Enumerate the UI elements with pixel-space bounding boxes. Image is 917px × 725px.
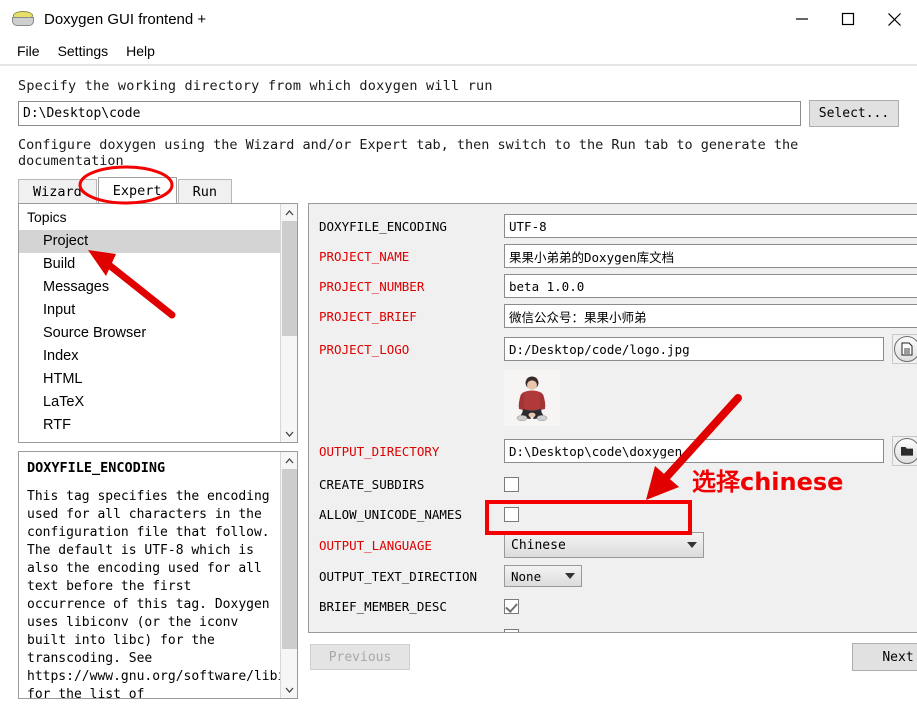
setting-label: CREATE_SUBDIRS	[319, 476, 425, 492]
project-logo-thumbnail	[504, 370, 560, 426]
menu-item-file[interactable]: File	[8, 40, 49, 62]
doxyfile-encoding-input[interactable]	[504, 214, 917, 238]
setting-row-output-language: OUTPUT_LANGUAGE Chinese	[319, 532, 917, 558]
chevron-down-icon	[687, 542, 697, 548]
expert-pane: Topics Project Build Messages Input Sour…	[18, 203, 917, 699]
help-content: DOXYFILE_ENCODING This tag specifies the…	[19, 452, 280, 698]
brief-member-desc-checkbox[interactable]	[504, 598, 519, 614]
menu-bar: File Settings Help	[0, 38, 917, 64]
help-title: DOXYFILE_ENCODING	[27, 460, 166, 476]
project-number-input[interactable]	[504, 274, 917, 298]
main-content: Specify the working directory from which…	[0, 66, 917, 699]
window-title: Doxygen GUI frontend +	[44, 10, 207, 28]
maximize-icon[interactable]	[825, 0, 871, 38]
topics-scroll-track[interactable]	[281, 221, 298, 425]
workdir-row: Select...	[18, 100, 899, 127]
minimize-icon[interactable]	[779, 0, 825, 38]
folder-browse-icon[interactable]	[892, 436, 917, 466]
setting-label: OUTPUT_DIRECTORY	[319, 443, 440, 459]
project-logo-input[interactable]	[504, 337, 884, 361]
sidebar-item-rtf[interactable]: RTF	[19, 414, 280, 437]
sidebar-item-man[interactable]: Man	[19, 437, 280, 442]
configure-hint: Configure doxygen using the Wizard and/o…	[18, 137, 799, 169]
help-scroll-track[interactable]	[281, 469, 298, 681]
topics-panel: Topics Project Build Messages Input Sour…	[18, 203, 298, 443]
setting-label: BRIEF_MEMBER_DESC	[319, 598, 447, 614]
menu-item-settings[interactable]: Settings	[49, 40, 118, 62]
sidebar-item-source-browser[interactable]: Source Browser	[19, 322, 280, 345]
output-text-direction-value: None	[511, 568, 542, 584]
setting-row-repeat-brief: REPEAT_BRIEF	[319, 624, 917, 632]
select-directory-button[interactable]: Select...	[809, 100, 899, 127]
setting-label: ALLOW_UNICODE_NAMES	[319, 506, 462, 522]
topics-header: Topics	[19, 204, 280, 230]
setting-row-doxyfile-encoding: DOXYFILE_ENCODING	[319, 214, 917, 238]
setting-label: OUTPUT_TEXT_DIRECTION	[319, 568, 478, 584]
repeat-brief-checkbox[interactable]	[504, 628, 519, 632]
help-panel: DOXYFILE_ENCODING This tag specifies the…	[18, 451, 298, 699]
settings-list: DOXYFILE_ENCODING PROJECT_NAME PROJECT_N…	[309, 204, 917, 632]
output-text-direction-dropdown[interactable]: None	[504, 565, 582, 587]
sidebar-item-build[interactable]: Build	[19, 253, 280, 276]
doxygen-icon	[12, 8, 34, 30]
help-body: This tag specifies the encoding used for…	[27, 489, 280, 698]
setting-label: PROJECT_NAME	[319, 248, 410, 264]
left-column: Topics Project Build Messages Input Sour…	[18, 203, 298, 699]
setting-label: PROJECT_NUMBER	[319, 278, 425, 294]
setting-row-project-number: PROJECT_NUMBER	[319, 274, 917, 298]
wizard-footer: Previous Next	[308, 633, 917, 671]
output-directory-input[interactable]	[504, 439, 884, 463]
sidebar-item-project[interactable]: Project	[19, 230, 280, 253]
setting-row-brief-member-desc: BRIEF_MEMBER_DESC	[319, 594, 917, 618]
close-icon[interactable]	[871, 0, 917, 38]
project-brief-input[interactable]	[504, 304, 917, 328]
topics-scrollbar[interactable]	[280, 204, 297, 442]
tab-run[interactable]: Run	[177, 179, 232, 203]
topics-list: Topics Project Build Messages Input Sour…	[19, 204, 280, 442]
output-language-dropdown[interactable]: Chinese	[504, 532, 704, 558]
menu-item-help[interactable]: Help	[117, 40, 164, 62]
tab-expert[interactable]: Expert	[97, 177, 177, 203]
setting-label: REPEAT_BRIEF	[319, 629, 504, 633]
setting-row-project-brief: PROJECT_BRIEF	[319, 304, 917, 328]
project-logo-preview-row	[319, 370, 917, 426]
previous-button[interactable]: Previous	[310, 644, 410, 670]
create-subdirs-checkbox[interactable]	[504, 476, 519, 492]
setting-row-project-name: PROJECT_NAME	[319, 244, 917, 268]
topics-scroll-thumb[interactable]	[281, 221, 297, 336]
scroll-up-icon[interactable]	[281, 204, 298, 221]
setting-label: PROJECT_BRIEF	[319, 308, 417, 324]
help-scrollbar[interactable]	[280, 452, 297, 698]
tab-wizard[interactable]: Wizard	[18, 179, 97, 203]
setting-label: OUTPUT_LANGUAGE	[319, 537, 432, 553]
sidebar-item-latex[interactable]: LaTeX	[19, 391, 280, 414]
workdir-input[interactable]	[18, 101, 801, 126]
sidebar-item-html[interactable]: HTML	[19, 368, 280, 391]
setting-label: PROJECT_LOGO	[319, 341, 410, 357]
setting-row-project-logo: PROJECT_LOGO	[319, 334, 917, 364]
file-browse-icon[interactable]	[892, 334, 917, 364]
next-button[interactable]: Next	[852, 643, 917, 671]
tab-bar: Wizard Expert Run	[18, 177, 899, 203]
output-language-value: Chinese	[511, 537, 566, 553]
sidebar-item-input[interactable]: Input	[19, 299, 280, 322]
window-controls	[779, 0, 917, 38]
scroll-down-icon[interactable]	[281, 681, 298, 698]
workdir-hint: Specify the working directory from which…	[18, 78, 493, 94]
sidebar-item-index[interactable]: Index	[19, 345, 280, 368]
help-scroll-thumb[interactable]	[281, 469, 297, 649]
sidebar-item-messages[interactable]: Messages	[19, 276, 280, 299]
setting-row-output-text-direction: OUTPUT_TEXT_DIRECTION None	[319, 564, 917, 588]
doxywizard-window: Doxygen GUI frontend + File Settings Hel…	[0, 0, 917, 725]
output-language-highlight-box	[485, 500, 692, 535]
chinese-annotation-label: 选择chinese	[692, 468, 844, 496]
project-name-input[interactable]	[504, 244, 917, 268]
right-column: DOXYFILE_ENCODING PROJECT_NAME PROJECT_N…	[308, 203, 917, 699]
settings-panel: DOXYFILE_ENCODING PROJECT_NAME PROJECT_N…	[308, 203, 917, 633]
scroll-down-icon[interactable]	[281, 425, 298, 442]
scroll-up-icon[interactable]	[281, 452, 298, 469]
setting-label: DOXYFILE_ENCODING	[319, 218, 447, 234]
title-bar: Doxygen GUI frontend +	[0, 0, 917, 38]
chevron-down-icon	[565, 573, 575, 579]
